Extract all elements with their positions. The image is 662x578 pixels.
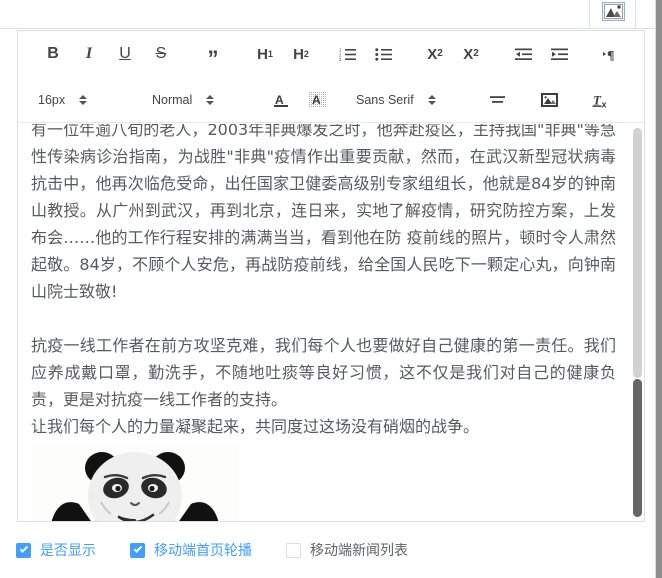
heading-style-select[interactable]: Normal	[152, 85, 258, 115]
scrollbar-thumb[interactable]	[633, 379, 642, 517]
panda-meme-image	[31, 446, 239, 521]
image-icon	[604, 4, 623, 19]
top-table-row	[0, 0, 662, 29]
align-button[interactable]	[484, 85, 510, 115]
font-family-select[interactable]: Sans Serif	[356, 85, 464, 115]
checkbox-box[interactable]	[16, 542, 31, 558]
strikethrough-button[interactable]: S	[148, 39, 174, 69]
paragraph-spacer	[31, 305, 616, 332]
editor-document[interactable]: 有一位年逾八旬的老人，2003年非典爆发之时，他奔赴疫区，主持我国"非典"等急性…	[18, 124, 630, 521]
check-icon	[133, 544, 142, 553]
clear-format-icon: T x	[592, 92, 607, 109]
content-image[interactable]: 欢迎仪式已结束，您一共 消费4750元	[31, 446, 239, 521]
content-paragraph-3: 让我们每个人的力量凝聚起来，共同度过这场没有硝烟的战争。	[31, 417, 480, 436]
checkbox-mobile-home-carousel-label: 移动端首页轮播	[154, 543, 252, 559]
cell-divider-right	[635, 0, 636, 29]
page-vertical-scrollbar[interactable]	[655, 0, 662, 578]
superscript-index: 2	[473, 48, 479, 59]
toolbar-row-format: B I U S ” H1 H2 1 2 3 X 2 X 2 ¶	[18, 31, 644, 77]
svg-text:3: 3	[339, 57, 342, 61]
indent-icon	[550, 48, 568, 60]
insert-image-button[interactable]	[536, 85, 562, 115]
heading-2-button[interactable]: H2	[288, 39, 314, 69]
checkbox-box[interactable]	[130, 542, 145, 558]
content-paragraph-2: 抗疫一线工作者在前方攻坚克难，我们每个人也要做好自己健康的第一责任。我们应养成戴…	[31, 336, 616, 409]
scrollbar-track	[633, 128, 642, 378]
svg-text:¶: ¶	[607, 49, 615, 61]
list-ordered-icon: 1 2 3	[339, 48, 356, 61]
editor-vertical-scrollbar[interactable]	[633, 124, 642, 521]
background-color-button[interactable]: A	[304, 85, 330, 115]
subscript-index: 2	[437, 48, 443, 59]
text-color-icon: A	[273, 93, 288, 107]
chevron-updown-icon	[79, 95, 88, 105]
subscript-glyph: X	[427, 45, 438, 63]
chevron-updown-icon	[206, 95, 215, 105]
text-color-button[interactable]: A	[268, 85, 294, 115]
svg-text:x: x	[602, 99, 607, 109]
cell-divider-left	[589, 0, 590, 29]
heading-1-glyph: H	[257, 45, 268, 63]
page-root: B I U S ” H1 H2 1 2 3 X 2 X 2 ¶ 16px Nor…	[0, 0, 662, 578]
outdent-button[interactable]	[510, 39, 536, 69]
options-checkbox-group: 是否显示 移动端首页轮播 移动端新闻列表	[0, 530, 662, 570]
checkbox-display[interactable]: 是否显示	[16, 540, 96, 560]
outdent-icon	[514, 48, 532, 60]
editor-toolbar: B I U S ” H1 H2 1 2 3 X 2 X 2 ¶ 16px Nor…	[18, 31, 644, 123]
list-bullet-icon	[374, 48, 392, 61]
paragraph-direction-icon: ¶	[603, 49, 615, 61]
align-icon	[489, 96, 505, 103]
content-paragraph-1: 有一位年逾八旬的老人，2003年非典爆发之时，他奔赴疫区，主持我国"非典"等急性…	[31, 124, 616, 301]
heading-style-value: Normal	[152, 93, 193, 107]
text-direction-button[interactable]: ¶	[598, 39, 624, 69]
font-size-select[interactable]: 16px	[38, 85, 132, 115]
blockquote-button[interactable]: ”	[200, 39, 226, 69]
heading-1-button[interactable]: H1	[252, 39, 278, 69]
superscript-glyph: X	[463, 45, 474, 63]
bullet-list-button[interactable]	[370, 39, 396, 69]
subscript-button[interactable]: X2	[422, 39, 448, 69]
ordered-list-button[interactable]: 1 2 3	[334, 39, 360, 69]
svg-text:A: A	[312, 93, 321, 107]
heading-2-level: 2	[303, 48, 309, 59]
svg-text:A: A	[275, 93, 284, 107]
bold-button[interactable]: B	[40, 39, 66, 69]
chevron-updown-icon	[427, 95, 436, 105]
indent-button[interactable]	[546, 39, 572, 69]
checkbox-box[interactable]	[286, 542, 301, 558]
italic-button[interactable]: I	[76, 39, 102, 69]
checkbox-mobile-news-list[interactable]: 移动端新闻列表	[286, 540, 408, 560]
checkbox-mobile-news-list-label: 移动端新闻列表	[310, 543, 408, 559]
heading-1-level: 1	[267, 48, 273, 59]
font-family-value: Sans Serif	[356, 93, 414, 107]
image-icon	[540, 93, 558, 107]
page-scrollbar-thumb[interactable]	[656, 0, 662, 578]
toolbar-row-style: 16px Normal A A Sans Serif T x	[18, 77, 644, 123]
checkbox-display-label: 是否显示	[40, 543, 96, 559]
image-thumbnail-button[interactable]	[602, 2, 625, 21]
background-color-icon: A	[308, 91, 326, 107]
editor-content-area[interactable]: 有一位年逾八旬的老人，2003年非典爆发之时，他奔赴疫区，主持我国"非典"等急性…	[18, 124, 644, 521]
superscript-button[interactable]: X2	[458, 39, 484, 69]
font-size-value: 16px	[38, 93, 66, 107]
underline-button[interactable]: U	[112, 39, 138, 69]
checkbox-mobile-home-carousel[interactable]: 移动端首页轮播	[130, 540, 252, 560]
heading-2-glyph: H	[293, 45, 304, 63]
check-icon	[19, 544, 28, 553]
rich-text-editor: B I U S ” H1 H2 1 2 3 X 2 X 2 ¶ 16px Nor…	[17, 30, 645, 522]
clear-format-button[interactable]: T x	[588, 85, 614, 115]
